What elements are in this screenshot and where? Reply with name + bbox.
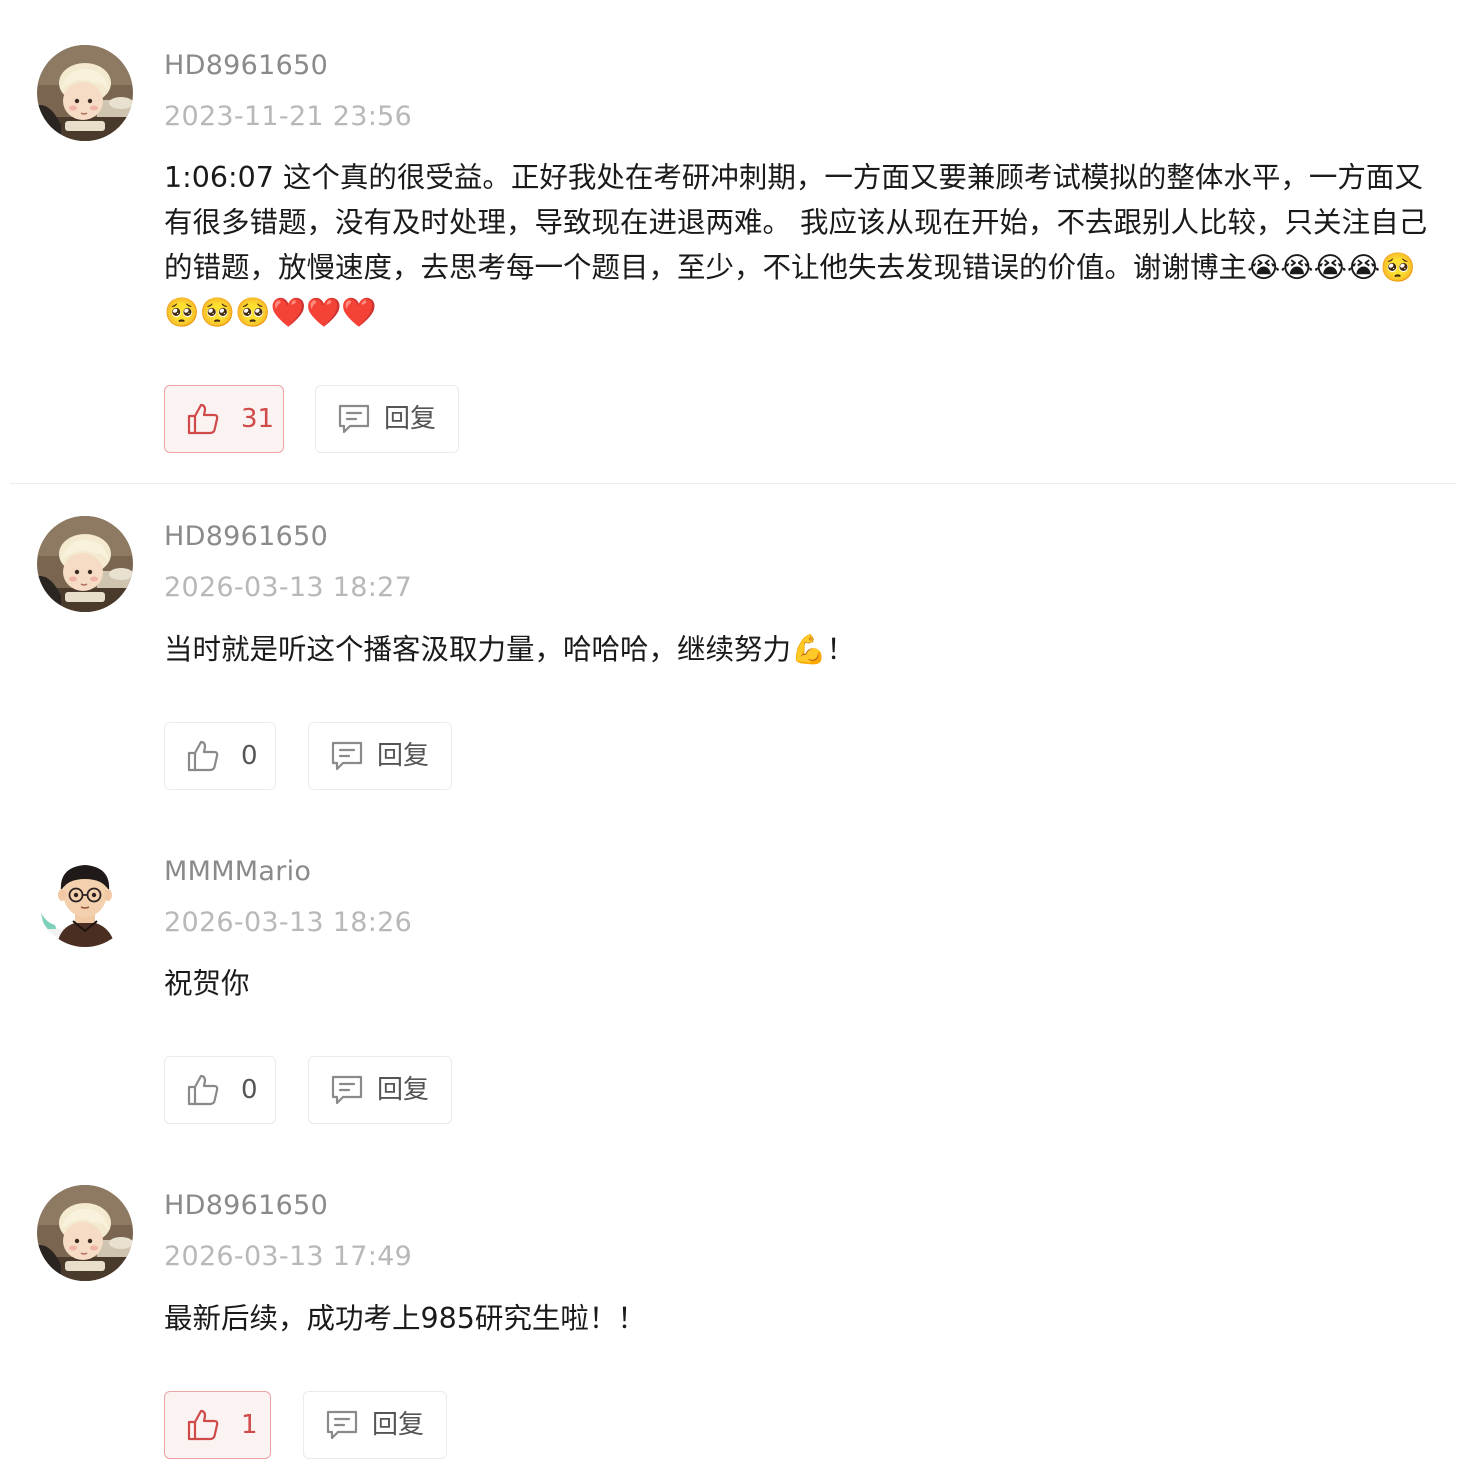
boy-avatar-icon: [37, 851, 133, 947]
reply-label: 回复: [377, 741, 430, 771]
reply-button[interactable]: 回复: [308, 1056, 452, 1124]
comment-text: 当时就是听这个播客汲取力量，哈哈哈，继续努力💪！: [164, 633, 855, 666]
avatar[interactable]: [37, 1185, 133, 1281]
timestamp: 2026-03-13 18:26: [164, 907, 413, 938]
like-button[interactable]: 0: [164, 1056, 276, 1124]
thumbs-up-icon: [185, 1072, 221, 1108]
comment-text: 祝贺你: [164, 967, 250, 1000]
username[interactable]: MMMMario: [164, 856, 311, 887]
username[interactable]: HD8961650: [164, 521, 328, 552]
like-button[interactable]: 31: [164, 385, 284, 453]
avatar[interactable]: [37, 45, 133, 141]
timestamp: 2026-03-13 18:27: [164, 572, 413, 603]
like-count: 1: [241, 1410, 258, 1440]
thumbs-up-icon: [185, 738, 221, 774]
like-count: 0: [241, 741, 258, 771]
comment-icon: [329, 1072, 365, 1108]
thumbs-up-icon: [185, 401, 221, 437]
avatar[interactable]: [37, 516, 133, 612]
timestamp: 2023-11-21 23:56: [164, 101, 413, 132]
like-count: 0: [241, 1075, 258, 1105]
girl-avatar-icon: [37, 1185, 133, 1281]
timestamp: 2026-03-13 17:49: [164, 1241, 413, 1272]
comment-icon: [324, 1407, 360, 1443]
girl-avatar-icon: [37, 516, 133, 612]
reply-label: 回复: [372, 1410, 425, 1440]
username[interactable]: HD8961650: [164, 50, 328, 81]
reply-button[interactable]: 回复: [308, 722, 452, 790]
thumbs-up-icon: [185, 1407, 221, 1443]
comment-icon: [336, 401, 372, 437]
avatar[interactable]: [37, 851, 133, 947]
divider: [10, 483, 1456, 484]
comment-icon: [329, 738, 365, 774]
like-count: 31: [241, 404, 275, 434]
comment-text: 最新后续，成功考上985研究生啦！！: [164, 1302, 646, 1335]
reply-label: 回复: [377, 1075, 430, 1105]
like-button[interactable]: 1: [164, 1391, 271, 1459]
reply-button[interactable]: 回复: [315, 385, 459, 453]
girl-avatar-icon: [37, 45, 133, 141]
like-button[interactable]: 0: [164, 722, 276, 790]
comment-text: 1:06:07 这个真的很受益。正好我处在考研冲刺期，一方面又要兼顾考试模拟的整…: [164, 161, 1428, 329]
username[interactable]: HD8961650: [164, 1190, 328, 1221]
reply-label: 回复: [384, 404, 437, 434]
reply-button[interactable]: 回复: [303, 1391, 447, 1459]
